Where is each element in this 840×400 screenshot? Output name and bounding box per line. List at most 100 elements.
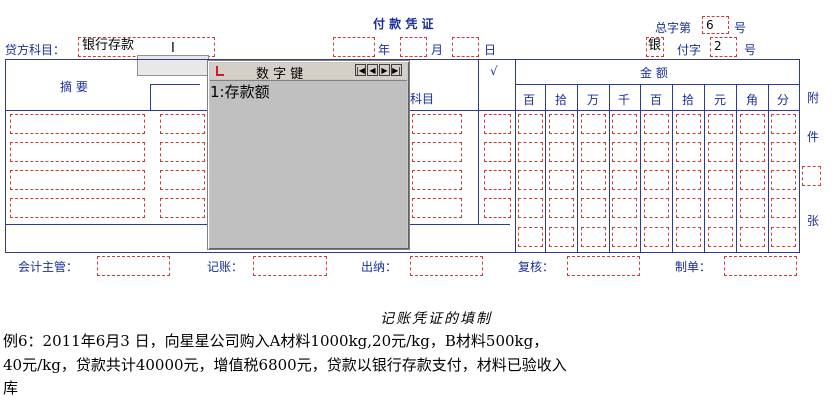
check-field[interactable]: [484, 170, 511, 190]
lesson-line: 库: [3, 379, 19, 397]
total-digit-field[interactable]: [518, 227, 543, 247]
amount-digit-field[interactable]: [771, 170, 796, 190]
detail-account-field[interactable]: [160, 142, 205, 162]
amount-digit-field[interactable]: [644, 114, 669, 134]
popup-list-item[interactable]: 1:存款额: [210, 81, 270, 102]
amount-digit-field[interactable]: [771, 198, 796, 218]
lesson-line: 40元/kg，贷款共计40000元，增值税6800元，贷款以银行存款支付，材料已…: [3, 356, 567, 374]
prev-record-icon[interactable]: ◀: [367, 64, 378, 76]
total-digit-field[interactable]: [708, 227, 733, 247]
digit-header: 分: [777, 93, 790, 107]
amount-digit-field[interactable]: [708, 170, 733, 190]
total-digit-field[interactable]: [644, 227, 669, 247]
amount-digit-field[interactable]: [708, 198, 733, 218]
cashier-field[interactable]: [410, 256, 483, 276]
amount-digit-field[interactable]: [676, 198, 701, 218]
total-digit-field[interactable]: [771, 227, 796, 247]
amount-digit-field[interactable]: [612, 170, 637, 190]
amount-digit-field[interactable]: [644, 170, 669, 190]
amount-digit-field[interactable]: [612, 142, 637, 162]
summary-field[interactable]: [10, 142, 145, 162]
amount-digit-field[interactable]: [581, 198, 606, 218]
summary-field[interactable]: [10, 198, 145, 218]
cashier-label: 出纳：: [361, 260, 398, 274]
lesson-line: 例6：2011年6月3 日，向星星公司购入A材料1000kg,20元/kg，B材…: [3, 332, 549, 350]
summary-field[interactable]: [10, 114, 145, 134]
detail-account-field[interactable]: [160, 198, 205, 218]
first-record-icon[interactable]: |◀: [355, 64, 366, 76]
year-field[interactable]: [333, 37, 375, 57]
voucher-type-value: 银: [648, 38, 662, 53]
amount-digit-field[interactable]: [581, 114, 606, 134]
amount-digit-field[interactable]: [740, 114, 765, 134]
total-digit-field[interactable]: [581, 227, 606, 247]
total-digit-field[interactable]: [612, 227, 637, 247]
amount-digit-field[interactable]: [644, 198, 669, 218]
month-field[interactable]: [400, 37, 427, 57]
month-label: 月: [431, 43, 444, 57]
check-field[interactable]: [484, 198, 511, 218]
amount-digit-field[interactable]: [612, 114, 637, 134]
summary-field[interactable]: [10, 170, 145, 190]
app-logo-icon: [216, 66, 224, 76]
amount-digit-field[interactable]: [518, 198, 543, 218]
amount-digit-field[interactable]: [518, 170, 543, 190]
attach-count-field[interactable]: [802, 166, 821, 186]
check-field[interactable]: [484, 114, 511, 134]
preparer-field[interactable]: [724, 256, 797, 276]
amount-digit-field[interactable]: [771, 114, 796, 134]
bookkeeper-field[interactable]: [253, 256, 327, 276]
amount-digit-field[interactable]: [581, 170, 606, 190]
amount-digit-field[interactable]: [612, 198, 637, 218]
check-field[interactable]: [484, 142, 511, 162]
total-digit-field[interactable]: [549, 227, 574, 247]
next-record-icon[interactable]: ▶: [379, 64, 390, 76]
digit-header: 拾: [682, 93, 695, 107]
amount-digit-field[interactable]: [708, 114, 733, 134]
digit-header: 拾: [555, 93, 568, 107]
digit-header: 百: [523, 93, 536, 107]
amount-digit-field[interactable]: [676, 142, 701, 162]
bookkeeper-label: 记账：: [207, 260, 244, 274]
total-digit-field[interactable]: [740, 227, 765, 247]
last-record-icon[interactable]: ▶|: [391, 64, 402, 76]
amount-digit-field[interactable]: [644, 142, 669, 162]
detail-account-field[interactable]: [160, 114, 205, 134]
amount-digit-field[interactable]: [549, 198, 574, 218]
account-field[interactable]: [412, 142, 462, 162]
supervisor-field[interactable]: [97, 256, 170, 276]
attach-label: 件: [807, 130, 820, 144]
amount-digit-field[interactable]: [549, 142, 574, 162]
amount-digit-field[interactable]: [771, 142, 796, 162]
account-field[interactable]: [412, 170, 462, 190]
amount-digit-field[interactable]: [676, 170, 701, 190]
reviewer-label: 复核：: [518, 260, 555, 274]
popup-title-bar[interactable]: 数 字 键 |◀ ◀ ▶ ▶|: [210, 63, 407, 82]
amount-digit-field[interactable]: [740, 142, 765, 162]
amount-digit-field[interactable]: [518, 142, 543, 162]
popup-list: 1:存款额: [210, 80, 407, 248]
total-digit-field[interactable]: [676, 227, 701, 247]
day-field[interactable]: [452, 37, 479, 57]
detail-account-field[interactable]: [160, 170, 205, 190]
fu-label: 付字: [677, 43, 702, 57]
reviewer-field[interactable]: [567, 256, 640, 276]
amount-digit-field[interactable]: [549, 170, 574, 190]
amount-digit-field[interactable]: [581, 142, 606, 162]
amount-digit-field[interactable]: [518, 114, 543, 134]
account-field[interactable]: [412, 114, 462, 134]
amount-digit-field[interactable]: [676, 114, 701, 134]
amount-digit-field[interactable]: [549, 114, 574, 134]
lesson-heading: 记账凭证的填制: [380, 311, 492, 327]
total-no-field[interactable]: 6: [702, 16, 729, 34]
amount-digit-field[interactable]: [740, 170, 765, 190]
text-cursor-icon: I: [171, 41, 175, 56]
voucher-type-field[interactable]: 银: [646, 37, 664, 57]
account-field[interactable]: [412, 198, 462, 218]
credit-account-field[interactable]: 银行存款: [78, 37, 215, 57]
digit-header: 万: [587, 93, 600, 107]
amount-digit-field[interactable]: [708, 142, 733, 162]
number-key-popup[interactable]: 数 字 键 |◀ ◀ ▶ ▶| 1:存款额: [207, 60, 410, 250]
amount-digit-field[interactable]: [740, 198, 765, 218]
fu-no-field[interactable]: 2: [710, 37, 737, 57]
